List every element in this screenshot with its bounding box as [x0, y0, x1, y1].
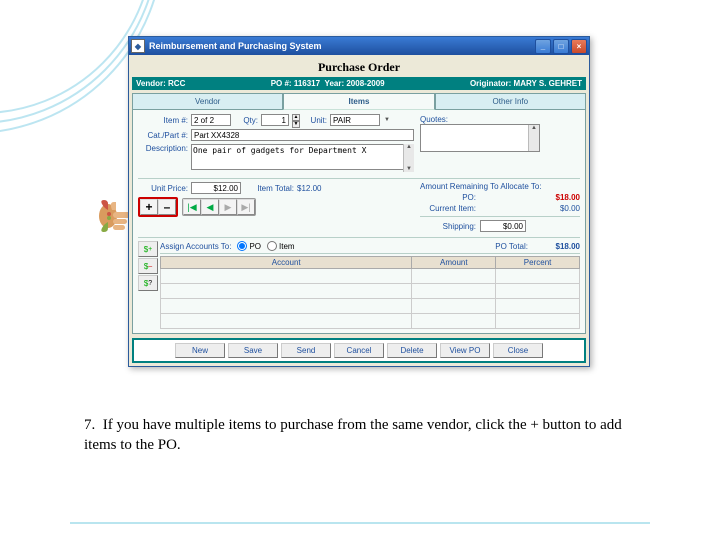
items-panel: Item #: Qty: ▲▼ Unit: ▼ Cat./Part #: [132, 109, 586, 334]
table-row[interactable] [161, 269, 580, 284]
item-total-value: $12.00 [297, 184, 321, 193]
assign-accounts-label: Assign Accounts To: [160, 242, 231, 251]
col-amount: Amount [412, 257, 496, 269]
cancel-button[interactable]: Cancel [334, 343, 384, 358]
instruction-text: 7. If you have multiple items to purchas… [84, 416, 648, 455]
close-button[interactable]: Close [493, 343, 543, 358]
po-amt-label: PO: [420, 193, 476, 202]
app-window: ◆ Reimbursement and Purchasing System _ … [128, 36, 590, 367]
scroll-up-icon[interactable]: ▲ [529, 125, 539, 131]
footer-decor-line [70, 522, 650, 524]
minimize-button[interactable]: _ [535, 39, 551, 54]
unit-price-field[interactable] [191, 182, 241, 194]
po-total-label: PO Total: [495, 242, 528, 251]
cat-part-field[interactable] [191, 129, 414, 141]
delete-button[interactable]: Delete [387, 343, 437, 358]
item-total-label: Item Total: [244, 184, 294, 193]
qty-field[interactable] [261, 114, 289, 126]
add-remove-item-group: + – [138, 197, 178, 217]
app-icon: ◆ [131, 39, 145, 53]
new-button[interactable]: New [175, 343, 225, 358]
nav-last-button[interactable]: ▶| [237, 199, 255, 215]
curitem-amt-label: Current Item: [420, 204, 476, 213]
po-total-value: $18.00 [534, 242, 580, 251]
qty-label: Qty: [234, 116, 258, 125]
quotes-label: Quotes: [420, 115, 448, 124]
nav-next-button[interactable]: ▶ [219, 199, 237, 215]
nav-first-button[interactable]: |◀ [183, 199, 201, 215]
window-titlebar: ◆ Reimbursement and Purchasing System _ … [129, 37, 589, 55]
view-po-button[interactable]: View PO [440, 343, 490, 358]
scroll-down-icon[interactable]: ▼ [404, 166, 414, 172]
col-account: Account [161, 257, 412, 269]
tab-items[interactable]: Items [283, 93, 434, 110]
unit-price-label: Unit Price: [138, 184, 188, 193]
account-remove-button[interactable]: $– [138, 258, 158, 274]
assign-item-radio[interactable]: Item [267, 241, 295, 251]
po-amt-value: $18.00 [534, 193, 580, 202]
accounts-table: Account Amount Percent [160, 256, 580, 329]
tab-vendor[interactable]: Vendor [132, 93, 283, 110]
item-number-label: Item #: [138, 116, 188, 125]
nav-prev-button[interactable]: ◀ [201, 199, 219, 215]
table-row[interactable] [161, 314, 580, 329]
quotes-listbox[interactable]: ▲ [420, 124, 540, 152]
curitem-amt-value: $0.00 [534, 204, 580, 213]
description-field[interactable]: One pair of gadgets for Department X [191, 144, 414, 170]
info-bar: Vendor: RCC PO #: 116317 Year: 2008-2009… [132, 77, 586, 90]
cat-part-label: Cat./Part #: [138, 131, 188, 140]
qty-down-icon[interactable]: ▼ [292, 121, 300, 128]
amount-remaining-label: Amount Remaining To Allocate To: [420, 182, 580, 191]
assign-po-radio[interactable]: PO [237, 241, 261, 251]
account-lookup-button[interactable]: $? [138, 275, 158, 291]
action-bar: New Save Send Cancel Delete View PO Clos… [132, 338, 586, 363]
item-number-field[interactable] [191, 114, 231, 126]
unit-label: Unit: [303, 116, 327, 125]
col-percent: Percent [496, 257, 580, 269]
maximize-button[interactable]: □ [553, 39, 569, 54]
window-close-button[interactable]: × [571, 39, 587, 54]
window-title: Reimbursement and Purchasing System [149, 41, 322, 51]
table-row[interactable] [161, 299, 580, 314]
description-label: Description: [138, 144, 188, 153]
tab-other-info[interactable]: Other Info [435, 93, 586, 110]
unit-field[interactable] [330, 114, 380, 126]
shipping-label: Shipping: [420, 222, 476, 231]
save-button[interactable]: Save [228, 343, 278, 358]
unit-dropdown-icon[interactable]: ▼ [383, 117, 391, 123]
shipping-field[interactable] [480, 220, 526, 232]
record-nav-group: |◀ ◀ ▶ ▶| [182, 198, 256, 216]
send-button[interactable]: Send [281, 343, 331, 358]
add-item-button[interactable]: + [140, 199, 158, 215]
remove-item-button[interactable]: – [158, 199, 176, 215]
table-row[interactable] [161, 284, 580, 299]
account-add-button[interactable]: $+ [138, 241, 158, 257]
qty-up-icon[interactable]: ▲ [292, 114, 300, 121]
page-title: Purchase Order [132, 58, 586, 77]
